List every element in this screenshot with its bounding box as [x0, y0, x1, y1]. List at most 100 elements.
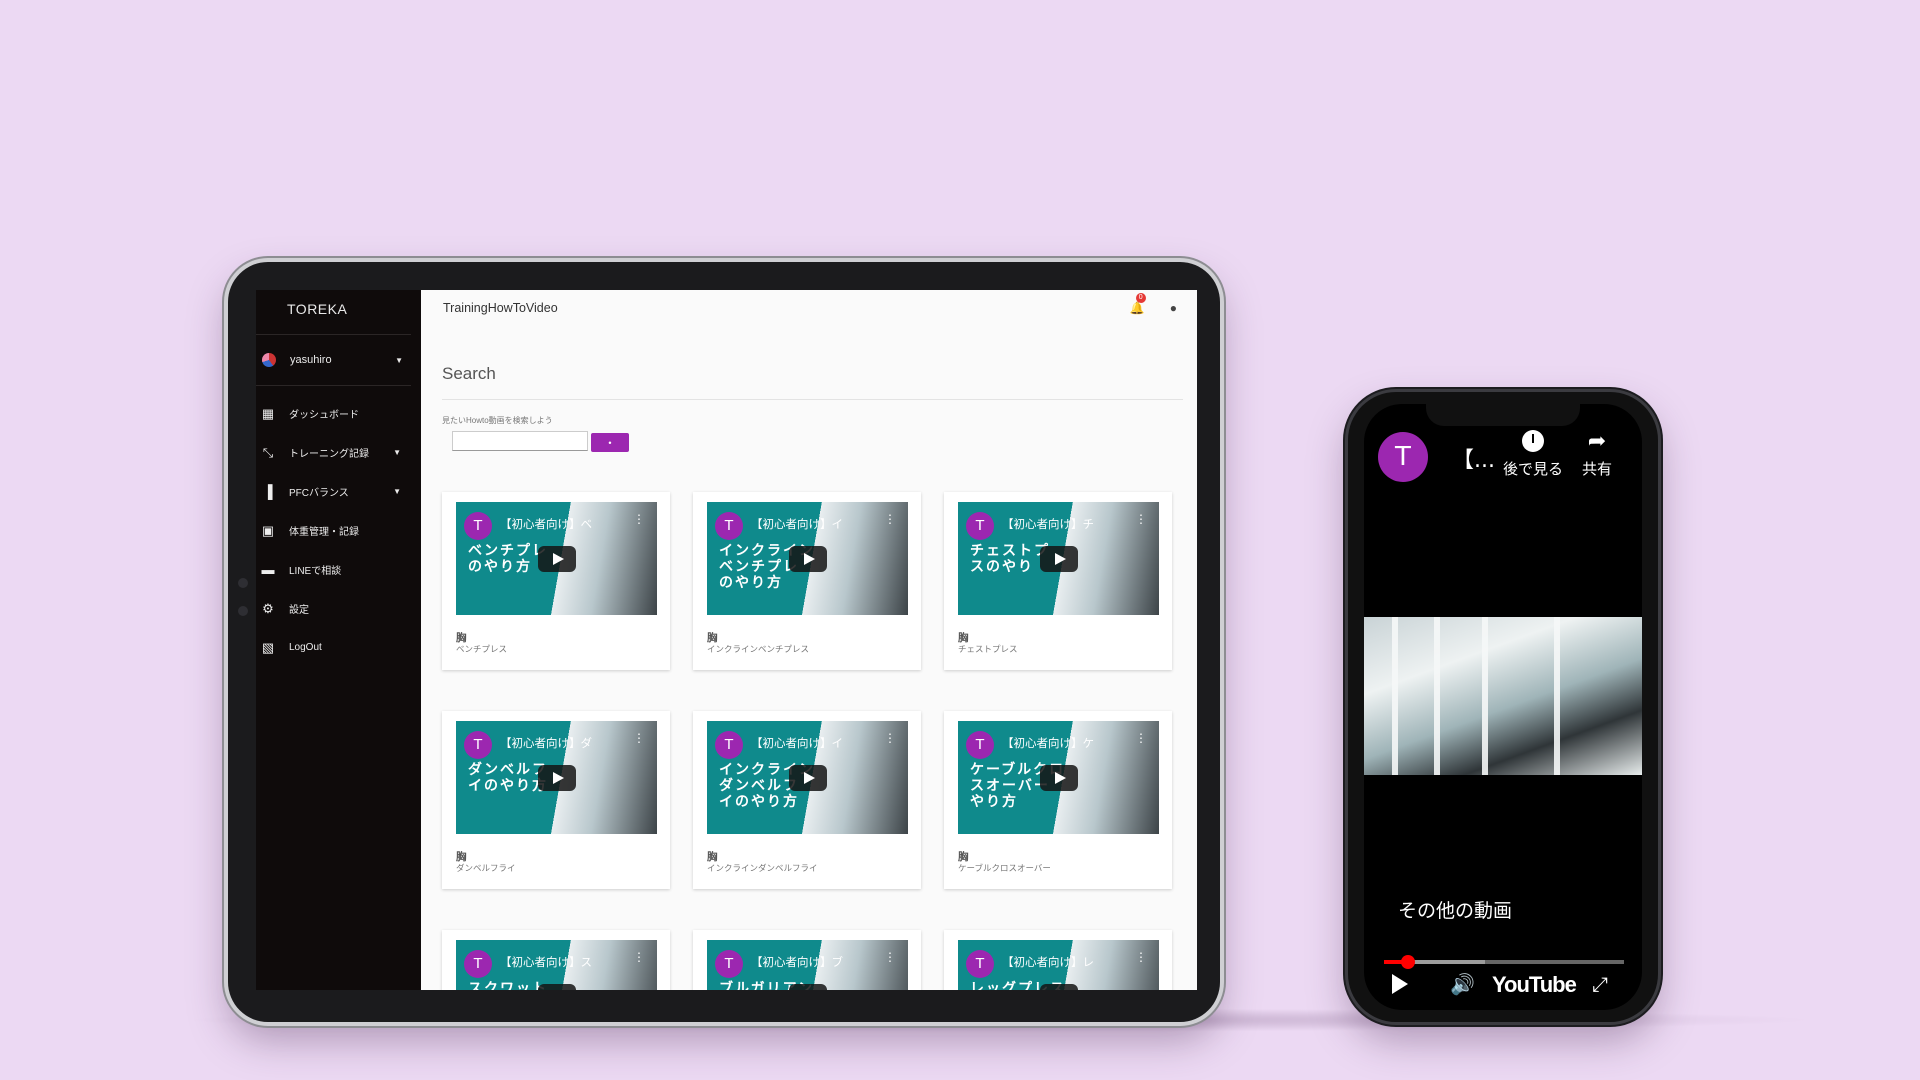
more-icon[interactable]: ⋮: [884, 513, 896, 525]
video-card[interactable]: T 【初心者向け】ベ ベンチプレ のやり方 ⋮ 胸ベンチプレス: [442, 492, 670, 670]
tablet-device: TOREKA yasuhiro ▼ ▦ ダッシュボード ⤡ トレーニング記録 ▼ ▐ PFC…: [228, 262, 1220, 1022]
more-icon[interactable]: ⋮: [633, 732, 645, 744]
video-card[interactable]: T 【初心者向け】チ チェストプ スのやり ⋮ 胸チェストプレス: [944, 492, 1172, 670]
video-name: インクラインダンベルフライ: [707, 863, 818, 873]
gym-rack: [1434, 617, 1440, 775]
account-icon[interactable]: ●: [1170, 301, 1177, 315]
video-card[interactable]: T 【初心者向け】ダ ダンベルフ イのやり方 ⋮ 胸ダンベルフライ: [442, 711, 670, 889]
more-icon[interactable]: ⋮: [1135, 513, 1147, 525]
play-icon[interactable]: [538, 765, 576, 791]
main-content: TrainingHowToVideo 🔔 0 ● Search 見たいHowto…: [421, 290, 1197, 990]
play-icon[interactable]: [1040, 546, 1078, 572]
search-hint: 見たいHowto動画を検索しよう: [442, 416, 553, 425]
more-icon[interactable]: ⋮: [884, 951, 896, 963]
sidebar-item-label: 体重管理・記録: [289, 527, 359, 538]
exit-fullscreen-icon[interactable]: ⤢: [1592, 972, 1608, 996]
search-input[interactable]: [452, 431, 588, 451]
video-thumbnail[interactable]: T 【初心者向け】チチェストプ スのやり ⋮: [958, 502, 1159, 615]
weight-icon: ▣: [261, 522, 275, 538]
notification-badge: 0: [1135, 293, 1146, 303]
video-card[interactable]: T 【初心者向け】ブ ブルガリアン ⋮: [693, 930, 921, 990]
video-thumbnail[interactable]: T 【初心者向け】ダ ダンベルフ イのやり方 ⋮: [456, 721, 657, 834]
video-card[interactable]: T 【初心者向け】ケ ケーブルクロ スオーバー やり方 ⋮ 胸ケーブルクロスオーバー: [944, 711, 1172, 889]
more-icon[interactable]: ⋮: [884, 732, 896, 744]
play-icon[interactable]: [789, 546, 827, 572]
sidebar-item[interactable]: ⚙ 設定: [256, 589, 421, 628]
thumbnail-caption: チェストプ スのやり: [970, 542, 1050, 574]
chevron-down-icon: ▼: [395, 355, 403, 365]
video-thumbnail[interactable]: T 【初心者向け】イ インクライン ベンチプレ のやり方 ⋮: [707, 502, 908, 615]
video-thumbnail[interactable]: T 【初心者向け】ス スクワット ⋮: [456, 940, 657, 990]
video-card[interactable]: T 【初心者向け】イ インクライン ベンチプレ のやり方 ⋮ 胸インクラインベンチプレス: [693, 492, 921, 670]
channel-avatar: T: [715, 512, 743, 540]
phone-notch: [1426, 404, 1580, 426]
sidebar-item-label: ダッシュボード: [289, 410, 359, 421]
share-icon: ➦: [1587, 429, 1607, 454]
user-menu[interactable]: yasuhiro ▼: [256, 335, 411, 386]
page-title: TrainingHowToVideo: [443, 301, 558, 315]
video-thumbnail[interactable]: T 【初心者向け】レ レッグプレス ⋮: [958, 940, 1159, 990]
channel-avatar: T: [715, 731, 743, 759]
play-icon[interactable]: [538, 984, 576, 990]
video-card[interactable]: T 【初心者向け】ス スクワット ⋮: [442, 930, 670, 990]
channel-avatar: T: [464, 950, 492, 978]
video-thumbnail[interactable]: T 【初心者向け】ベベンチプレ のやり方 ⋮: [456, 502, 657, 615]
sidebar-item[interactable]: ▦ ダッシュボード: [256, 394, 421, 433]
video-thumbnail[interactable]: T 【初心者向け】イ インクライン ダンベルフ イのやり方 ⋮: [707, 721, 908, 834]
sidebar-item[interactable]: ▣ 体重管理・記録: [256, 511, 421, 550]
video-frame[interactable]: [1364, 617, 1642, 775]
phone-screen: T 【... 後で見る ➦ 共有 その他の動画 🔊 YouTube ⤢: [1364, 404, 1642, 1010]
sidebar-item[interactable]: ▧ LogOut: [256, 628, 421, 667]
play-icon[interactable]: [1392, 974, 1408, 994]
more-icon[interactable]: ⋮: [1135, 951, 1147, 963]
notification-button[interactable]: 🔔 0: [1129, 293, 1146, 315]
dashboard-icon: ▦: [261, 405, 275, 421]
other-videos-label[interactable]: その他の動画: [1398, 896, 1512, 923]
play-icon[interactable]: [1040, 765, 1078, 791]
more-icon[interactable]: ⋮: [1135, 732, 1147, 744]
video-thumbnail[interactable]: T 【初心者向け】ブ ブルガリアン ⋮: [707, 940, 908, 990]
user-name: yasuhiro: [290, 354, 332, 366]
progress-knob[interactable]: [1401, 955, 1415, 969]
video-name: チェストプレス: [958, 644, 1018, 654]
video-card[interactable]: T 【初心者向け】レ レッグプレス ⋮: [944, 930, 1172, 990]
play-icon[interactable]: [789, 765, 827, 791]
search-button[interactable]: •: [591, 433, 629, 452]
logout-icon: ▧: [261, 639, 275, 655]
play-icon[interactable]: [789, 984, 827, 990]
sidebar-item[interactable]: ⤡ トレーニング記録 ▼: [256, 433, 421, 472]
thumbnail-title: 【初心者向け】ベ: [500, 519, 592, 531]
video-title[interactable]: 【...: [1452, 442, 1495, 474]
channel-avatar: T: [966, 512, 994, 540]
thumbnail-caption: ベンチプレ のやり方: [468, 542, 548, 574]
sidebar-item-label: 設定: [289, 605, 309, 616]
chevron-down-icon: ▼: [393, 448, 401, 457]
user-avatar: [262, 353, 276, 367]
top-bar: TrainingHowToVideo 🔔 0 ●: [421, 290, 1197, 326]
more-icon[interactable]: ⋮: [633, 513, 645, 525]
bell-icon: 🔔: [1129, 301, 1145, 315]
thumbnail-title: 【初心者向け】ス: [500, 957, 592, 969]
progress-bar[interactable]: [1384, 955, 1624, 969]
more-icon[interactable]: ⋮: [633, 951, 645, 963]
sidebar-item[interactable]: ▐ PFCバランス ▼: [256, 472, 421, 511]
video-thumbnail[interactable]: T 【初心者向け】ケ ケーブルクロ スオーバー やり方 ⋮: [958, 721, 1159, 834]
play-icon[interactable]: [538, 546, 576, 572]
sidebar-item[interactable]: ▬ LINEで相談: [256, 550, 421, 589]
volume-icon[interactable]: 🔊: [1450, 972, 1475, 996]
phone-device: T 【... 後で見る ➦ 共有 その他の動画 🔊 YouTube ⤢: [1348, 392, 1658, 1022]
video-card[interactable]: T 【初心者向け】イ インクライン ダンベルフ イのやり方 ⋮ 胸インクラインダンベルフ…: [693, 711, 921, 889]
watch-later-button[interactable]: 後で見る: [1498, 430, 1568, 479]
brand-logo[interactable]: TOREKA: [256, 290, 411, 335]
thumbnail-title: 【初心者向け】チ: [1002, 519, 1094, 531]
channel-avatar: T: [464, 512, 492, 540]
sidebar-item-label: LogOut: [289, 642, 322, 653]
chart-icon: ▐: [263, 483, 273, 499]
channel-avatar[interactable]: T: [1378, 432, 1428, 482]
play-icon[interactable]: [1040, 984, 1078, 990]
channel-avatar: T: [464, 731, 492, 759]
youtube-logo[interactable]: YouTube: [1492, 972, 1577, 998]
gym-rack: [1482, 617, 1488, 775]
share-button[interactable]: ➦ 共有: [1572, 430, 1622, 479]
sidebar-item-label: PFCバランス: [289, 488, 349, 499]
